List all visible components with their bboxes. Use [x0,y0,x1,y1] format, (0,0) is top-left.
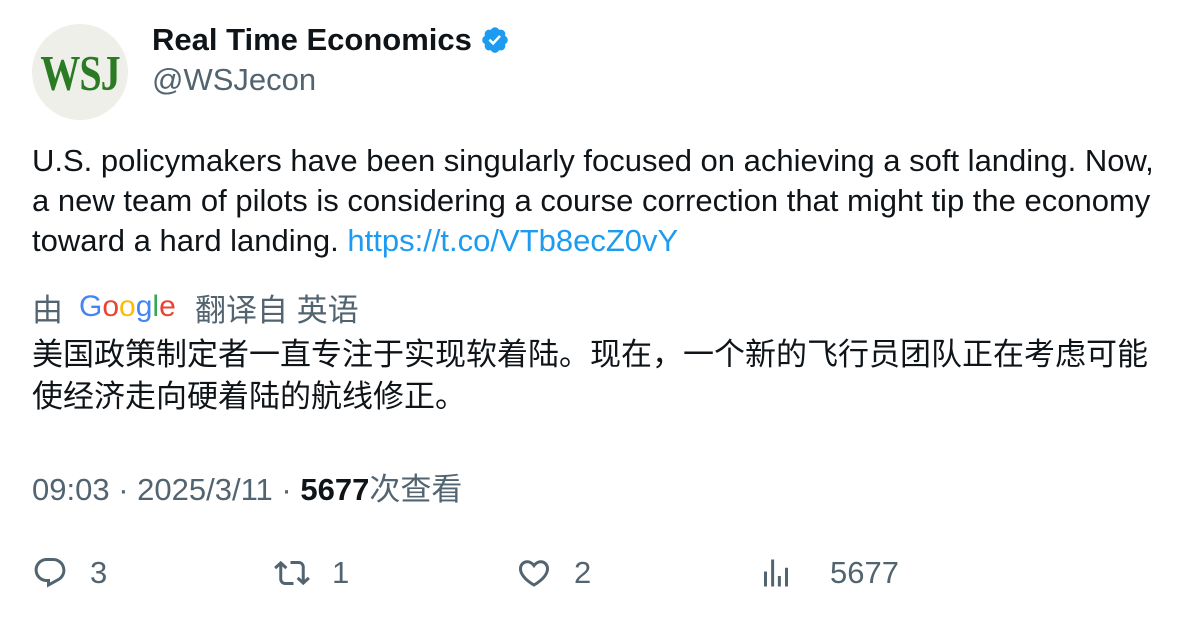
views-icon [764,559,788,587]
retweet-icon [274,560,310,586]
author-name[interactable]: Real Time Economics [152,22,472,58]
like-count: 2 [574,555,592,590]
author-handle[interactable]: @WSJecon [152,62,316,98]
views-count-action: 5677 [830,555,899,590]
google-logo: Google [79,290,177,324]
retweet-count: 1 [332,555,350,590]
reply-button[interactable]: 3 [32,548,107,598]
reply-icon [34,558,66,588]
translated-text: 美国政策制定者一直专注于实现软着陆。现在，一个新的飞行员团队正在考虑可能使经济走… [32,337,1148,414]
svg-text:Google: Google [79,290,176,323]
action-bar: 3 1 2 5677 [0,548,1196,598]
tweet-metadata: 09:03 · 2025/3/11 · 5677次查看 [32,464,462,509]
views-label: 次查看 [369,472,463,507]
tweet-link[interactable]: https://t.co/VTb8ecZ0vY [347,223,678,258]
translation-attribution: 由 Google 翻译自 英语 [32,287,359,328]
avatar-logo-text: WSJ [40,43,120,101]
tweet-card: WSJ Real Time Economics @WSJecon U.S. po… [0,0,1196,618]
translated-from-label: 翻译自 英语 [195,292,359,328]
avatar[interactable]: WSJ [32,24,128,120]
like-icon [518,560,550,587]
reply-count: 3 [90,555,108,590]
tweet-time[interactable]: 09:03 [32,472,110,507]
retweet-button[interactable]: 1 [274,548,349,598]
translated-by-label: 由 [32,292,63,328]
views-button[interactable]: 5677 [758,548,899,598]
author-name-row[interactable]: Real Time Economics [152,22,510,58]
meta-separator: · [118,472,129,507]
like-button[interactable]: 2 [516,548,591,598]
tweet-text: U.S. policymakers have been singularly f… [32,141,1172,261]
tweet-date[interactable]: 2025/3/11 [137,472,273,507]
verified-badge-icon [482,27,508,53]
views-count: 5677 [300,472,370,507]
meta-separator: · [281,472,292,507]
